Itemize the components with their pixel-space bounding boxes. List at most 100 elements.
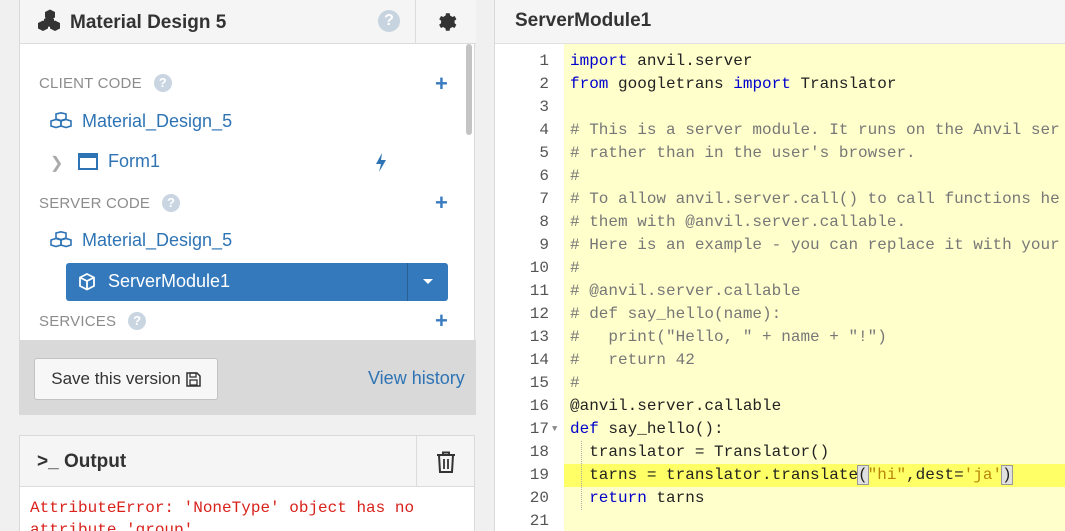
help-icon[interactable]: ? — [378, 10, 400, 32]
server-package-item[interactable]: Material_Design_5 — [50, 230, 232, 251]
line-number: 16 — [529, 397, 549, 415]
code-text: return tarns — [589, 489, 705, 507]
code-editor[interactable]: ServerModule1 1 import anvil.server 2 from … — [494, 0, 1065, 531]
code-text: # This is a server module. It runs on th… — [570, 121, 1060, 139]
chevron-right-icon[interactable]: ❯ — [50, 153, 63, 173]
line-number: 13 — [529, 328, 549, 346]
code-line[interactable]: 13 # print("Hello, " + name + "!") — [495, 326, 1065, 349]
tree-scrollbar[interactable] — [466, 44, 472, 135]
code-text: @anvil.server.callable — [570, 397, 782, 415]
editor-header: ServerModule1 — [495, 0, 1065, 44]
gear-icon — [439, 13, 457, 31]
lightning-icon[interactable] — [374, 153, 388, 177]
window-icon — [78, 153, 98, 170]
line-number: 1 — [539, 52, 549, 70]
code-line[interactable]: 18 translator = Translator() — [495, 441, 1065, 464]
code-line[interactable]: 21 — [495, 510, 1065, 531]
app-footer: Save this version View history — [20, 340, 476, 415]
code-line[interactable]: 15 # — [495, 372, 1065, 395]
view-history-link[interactable]: View history — [368, 368, 465, 389]
cube-icon — [79, 273, 95, 291]
line-number: 14 — [529, 351, 549, 369]
line-number: 19 — [529, 466, 549, 484]
line-number: 18 — [529, 443, 549, 461]
save-version-button[interactable]: Save this version — [34, 358, 218, 400]
code-text: # To allow anvil.server.call() to call f… — [570, 190, 1060, 208]
file-tree: CLIENT CODE ? + Material_Design_5 ❯ Form… — [20, 44, 476, 340]
code-line[interactable]: 20 return tarns — [495, 487, 1065, 510]
caret-down-icon — [423, 279, 433, 284]
app-title: Material Design 5 — [38, 9, 226, 37]
add-server-code-button[interactable]: + — [435, 192, 448, 214]
code-line[interactable]: 10 # — [495, 257, 1065, 280]
code-text: # — [570, 259, 580, 277]
add-service-button[interactable]: + — [435, 310, 448, 332]
code-text: # — [570, 167, 580, 185]
add-client-code-button[interactable]: + — [435, 73, 448, 95]
settings-button[interactable] — [415, 0, 476, 44]
app-panel: Material Design 5 ? CLIENT CODE ? + Mate… — [19, 0, 476, 415]
code-line[interactable]: 17 ▼ def say_hello(): — [495, 418, 1065, 441]
line-number: 3 — [539, 98, 549, 116]
code-text: # them with @anvil.server.callable. — [570, 213, 907, 231]
code-line[interactable]: 11 # @anvil.server.callable — [495, 280, 1065, 303]
form-item[interactable]: Form1 — [78, 151, 160, 172]
app-header: Material Design 5 ? — [20, 0, 476, 44]
code-line[interactable]: 19 tarns = translator.translate("hi",des… — [495, 464, 1065, 487]
code-text: # def say_hello(name): — [570, 305, 782, 323]
code-text: # — [570, 374, 580, 392]
line-number: 10 — [529, 259, 549, 277]
code-line[interactable]: 4 # This is a server module. It runs on t… — [495, 119, 1065, 142]
help-icon[interactable]: ? — [153, 74, 172, 92]
module-menu-button[interactable] — [407, 263, 448, 301]
code-line[interactable]: 2 from googletrans import Translator — [495, 73, 1065, 96]
code-text: # rather than in the user's browser. — [570, 144, 916, 162]
code-line[interactable]: 8 # them with @anvil.server.callable. — [495, 211, 1065, 234]
line-number: 7 — [539, 190, 549, 208]
code-text: from googletrans import Translator — [570, 75, 897, 93]
line-number: 9 — [539, 236, 549, 254]
output-panel: >_ Output AttributeError: 'NoneType' obj… — [19, 435, 475, 531]
code-text: # Here is an example - you can replace i… — [570, 236, 1060, 254]
code-line[interactable]: 3 — [495, 96, 1065, 119]
line-number: 6 — [539, 167, 549, 185]
line-number: 5 — [539, 144, 549, 162]
cubes-icon — [50, 230, 72, 247]
code-text: translator = Translator() — [570, 443, 830, 461]
client-package-item[interactable]: Material_Design_5 — [50, 111, 232, 132]
fold-arrow-icon[interactable]: ▼ — [552, 418, 557, 441]
trash-icon — [436, 451, 455, 473]
line-number: 17 — [529, 420, 549, 438]
cubes-icon — [50, 111, 72, 128]
code-line[interactable]: 12 # def say_hello(name): — [495, 303, 1065, 326]
code-line[interactable]: 7 # To allow anvil.server.call() to call … — [495, 188, 1065, 211]
floppy-disk-icon — [185, 371, 201, 387]
output-header: >_ Output — [20, 436, 474, 487]
client-code-section: CLIENT CODE ? — [39, 74, 172, 92]
code-text: tarns = translator.translate("hi",dest='… — [570, 465, 1013, 485]
code-line[interactable]: 5 # rather than in the user's browser. — [495, 142, 1065, 165]
code-text: import anvil.server — [570, 52, 753, 70]
app-title-text: Material Design 5 — [70, 12, 227, 33]
code-text: # return 42 — [570, 351, 695, 369]
line-number: 20 — [529, 489, 549, 507]
line-number: 2 — [539, 75, 549, 93]
help-icon[interactable]: ? — [128, 312, 147, 330]
code-text: def say_hello(): — [570, 420, 724, 438]
code-line[interactable]: 14 # return 42 — [495, 349, 1065, 372]
code-line[interactable]: 9 # Here is an example - you can replace … — [495, 234, 1065, 257]
clear-output-button[interactable] — [416, 436, 474, 487]
code-line[interactable]: 16 @anvil.server.callable — [495, 395, 1065, 418]
code-text: # @anvil.server.callable — [570, 282, 801, 300]
editor-title: ServerModule1 — [515, 10, 652, 31]
help-icon[interactable]: ? — [162, 194, 181, 212]
line-number: 21 — [529, 512, 549, 530]
code-line[interactable]: 6 # — [495, 165, 1065, 188]
services-section: SERVICES ? — [39, 312, 147, 330]
code-line[interactable]: 1 import anvil.server — [495, 50, 1065, 73]
code-text: # print("Hello, " + name + "!") — [570, 328, 887, 346]
output-title: >_ Output — [37, 451, 127, 472]
line-number: 11 — [529, 282, 549, 300]
server-module-item[interactable]: ServerModule1 — [66, 263, 448, 301]
line-number: 12 — [529, 305, 549, 323]
